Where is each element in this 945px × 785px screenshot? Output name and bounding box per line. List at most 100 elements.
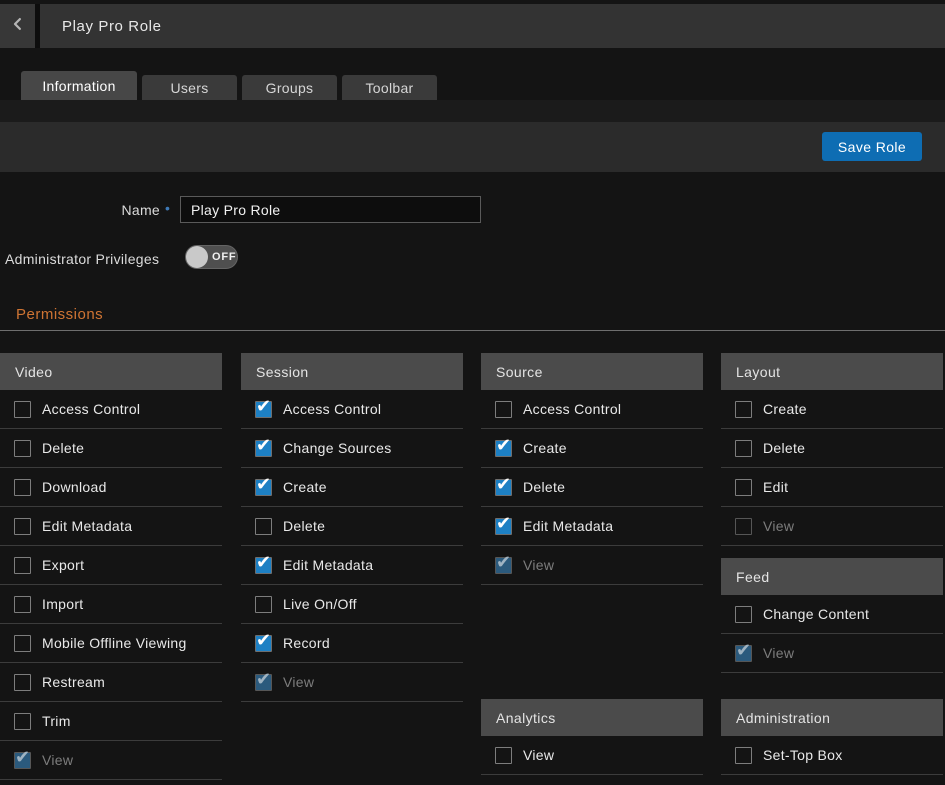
permission-label: Delete xyxy=(763,440,805,456)
back-button[interactable] xyxy=(0,4,40,48)
checkbox-icon[interactable] xyxy=(495,518,512,535)
action-bar: Save Role xyxy=(0,122,945,172)
checkbox-icon[interactable] xyxy=(14,440,31,457)
permissions-column-source: Source Access Control Create Delete Edit… xyxy=(481,353,703,775)
permission-row[interactable]: Access Control xyxy=(0,390,222,429)
tab-information[interactable]: Information xyxy=(21,71,137,100)
name-input[interactable] xyxy=(180,196,481,223)
permission-row[interactable]: Live On/Off xyxy=(241,585,463,624)
checkbox-icon[interactable] xyxy=(735,645,752,662)
permission-row[interactable]: Change Sources xyxy=(241,429,463,468)
admin-privileges-toggle[interactable]: OFF xyxy=(185,245,238,269)
checkbox-icon[interactable] xyxy=(14,401,31,418)
checkbox-icon[interactable] xyxy=(14,479,31,496)
checkbox-icon[interactable] xyxy=(495,440,512,457)
permission-label: Create xyxy=(283,479,327,495)
permission-row[interactable]: Mobile Offline Viewing xyxy=(0,624,222,663)
checkbox-icon[interactable] xyxy=(255,596,272,613)
section-header-source: Source xyxy=(481,353,703,390)
checkbox-icon[interactable] xyxy=(735,440,752,457)
permission-row[interactable]: Set-Top Box xyxy=(721,736,943,775)
permission-label: Access Control xyxy=(523,401,621,417)
admin-privileges-label: Administrator Privileges xyxy=(5,251,159,267)
section-header-session: Session xyxy=(241,353,463,390)
checkbox-icon[interactable] xyxy=(255,674,272,691)
permission-label: View xyxy=(763,645,794,661)
checkbox-icon[interactable] xyxy=(735,747,752,764)
permission-row[interactable]: Delete xyxy=(0,429,222,468)
tab-users[interactable]: Users xyxy=(142,75,237,100)
save-role-button[interactable]: Save Role xyxy=(822,132,922,161)
permission-label: Restream xyxy=(42,674,105,690)
permission-label: Create xyxy=(763,401,807,417)
permission-label: Set-Top Box xyxy=(763,747,843,763)
permission-row[interactable]: View xyxy=(481,546,703,585)
section-header-feed: Feed xyxy=(721,558,943,595)
permission-row[interactable]: Edit xyxy=(721,468,943,507)
tab-toolbar[interactable]: Toolbar xyxy=(342,75,437,100)
checkbox-icon[interactable] xyxy=(14,557,31,574)
permission-row[interactable]: View xyxy=(241,663,463,702)
checkbox-icon[interactable] xyxy=(495,401,512,418)
checkbox-icon[interactable] xyxy=(495,557,512,574)
permission-label: View xyxy=(523,747,554,763)
checkbox-icon[interactable] xyxy=(14,596,31,613)
permission-label: Edit xyxy=(763,479,788,495)
permission-row[interactable]: Export xyxy=(0,546,222,585)
checkbox-icon[interactable] xyxy=(735,401,752,418)
checkbox-icon[interactable] xyxy=(255,557,272,574)
permission-label: Edit Metadata xyxy=(523,518,613,534)
checkbox-icon[interactable] xyxy=(14,674,31,691)
permission-label: Trim xyxy=(42,713,71,729)
permission-row[interactable]: Restream xyxy=(0,663,222,702)
permission-label: Delete xyxy=(42,440,84,456)
permission-label: Change Sources xyxy=(283,440,392,456)
checkbox-icon[interactable] xyxy=(255,479,272,496)
tab-groups[interactable]: Groups xyxy=(242,75,337,100)
permission-row[interactable]: View xyxy=(481,736,703,775)
checkbox-icon[interactable] xyxy=(14,752,31,769)
checkbox-icon[interactable] xyxy=(255,440,272,457)
permission-row[interactable]: Change Content xyxy=(721,595,943,634)
permission-row[interactable]: View xyxy=(721,507,943,546)
permission-row[interactable]: View xyxy=(0,741,222,780)
permission-row[interactable]: Create xyxy=(241,468,463,507)
permission-row[interactable]: Delete xyxy=(481,468,703,507)
permission-row[interactable]: Trim xyxy=(0,702,222,741)
permission-row[interactable]: Access Control xyxy=(481,390,703,429)
permission-row[interactable]: Access Control xyxy=(241,390,463,429)
permission-row[interactable]: Create xyxy=(721,390,943,429)
permission-label: View xyxy=(283,674,314,690)
checkbox-icon[interactable] xyxy=(14,713,31,730)
checkbox-icon[interactable] xyxy=(735,606,752,623)
checkbox-icon[interactable] xyxy=(495,747,512,764)
checkbox-icon[interactable] xyxy=(255,635,272,652)
permission-label: Export xyxy=(42,557,84,573)
checkbox-icon[interactable] xyxy=(735,479,752,496)
checkbox-icon[interactable] xyxy=(14,518,31,535)
checkbox-icon[interactable] xyxy=(255,401,272,418)
permission-row[interactable]: Edit Metadata xyxy=(481,507,703,546)
permissions-heading: Permissions xyxy=(16,306,103,323)
page-title: Play Pro Role xyxy=(40,4,162,48)
permission-label: Change Content xyxy=(763,606,869,622)
permission-row[interactable]: Download xyxy=(0,468,222,507)
permission-label: Edit Metadata xyxy=(42,518,132,534)
permission-row[interactable]: Import xyxy=(0,585,222,624)
permission-row[interactable]: Edit Metadata xyxy=(0,507,222,546)
checkbox-icon[interactable] xyxy=(735,518,752,535)
permission-label: Import xyxy=(42,596,83,612)
permission-row[interactable]: Edit Metadata xyxy=(241,546,463,585)
checkbox-icon[interactable] xyxy=(495,479,512,496)
checkbox-icon[interactable] xyxy=(14,635,31,652)
section-header-administration: Administration xyxy=(721,699,943,736)
permission-label: Delete xyxy=(283,518,325,534)
permission-row[interactable]: View xyxy=(721,634,943,673)
permission-row[interactable]: Record xyxy=(241,624,463,663)
permission-row[interactable]: Delete xyxy=(721,429,943,468)
checkbox-icon[interactable] xyxy=(255,518,272,535)
permission-label: Record xyxy=(283,635,330,651)
name-label: Name xyxy=(0,202,160,218)
permission-row[interactable]: Delete xyxy=(241,507,463,546)
permission-row[interactable]: Create xyxy=(481,429,703,468)
